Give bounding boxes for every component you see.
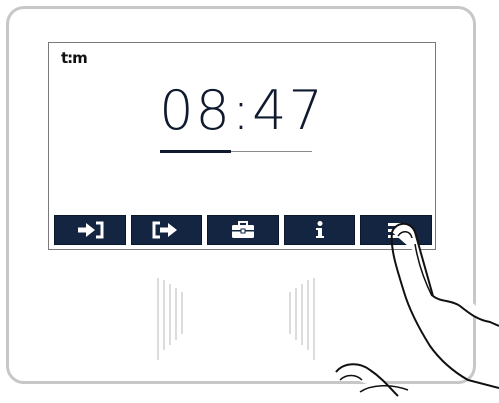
brand-logo: t:m	[61, 49, 88, 67]
clock-time: 08:47	[159, 79, 325, 142]
clock-out-button[interactable]	[130, 215, 203, 245]
sign-out-icon	[152, 221, 178, 239]
clock-progress-fill	[160, 150, 231, 153]
action-toolbar	[54, 215, 432, 245]
display-screen: t:m 08:47	[48, 42, 436, 250]
menu-list-icon	[388, 223, 405, 238]
info-button[interactable]	[283, 215, 356, 245]
briefcase-icon	[231, 221, 254, 238]
info-icon	[315, 221, 324, 238]
menu-button[interactable]	[360, 215, 432, 245]
clock-in-button[interactable]	[54, 215, 126, 245]
sign-in-icon	[77, 221, 104, 239]
business-trip-button[interactable]	[207, 215, 279, 245]
